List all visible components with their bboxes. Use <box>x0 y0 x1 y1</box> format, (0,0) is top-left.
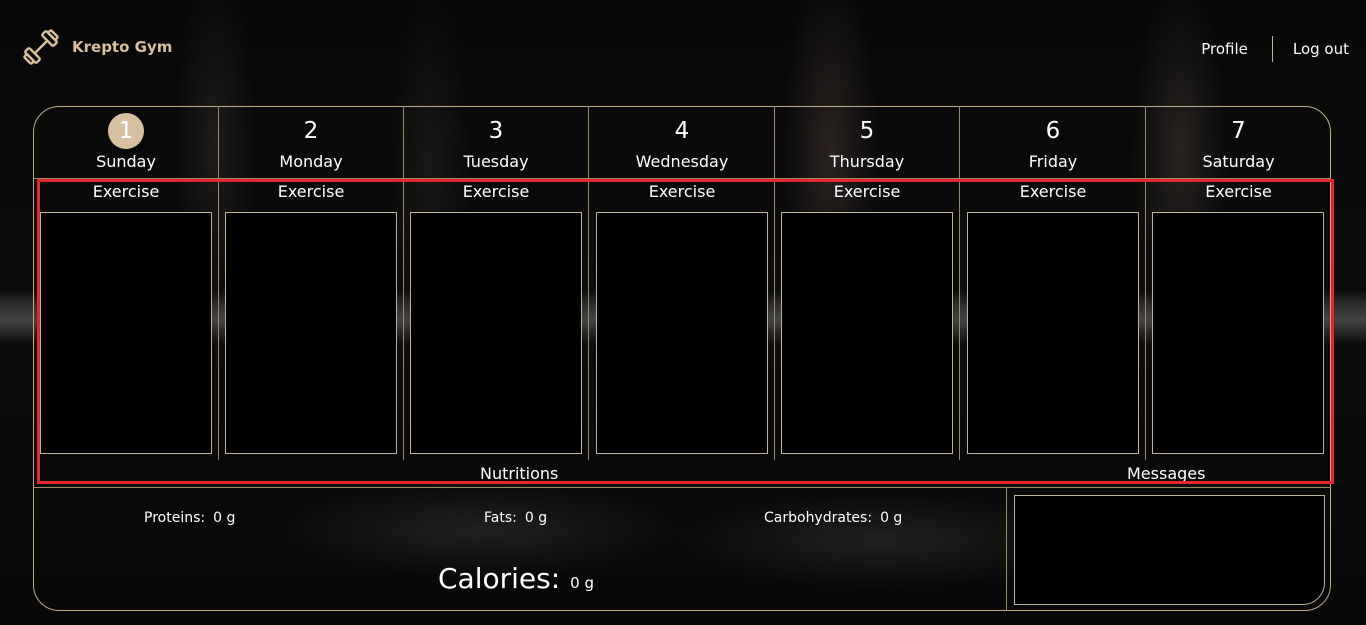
exercise-box[interactable] <box>225 212 397 454</box>
selected-day-badge[interactable]: 1 <box>108 113 144 149</box>
proteins-value: 0 g <box>213 510 236 526</box>
day-number[interactable]: 4 <box>590 116 774 146</box>
calories-stat: Calories: 0 g <box>438 562 594 595</box>
fats-label: Fats: <box>484 510 517 526</box>
exercise-label: Exercise <box>833 182 901 201</box>
messages-box[interactable] <box>1014 495 1325 605</box>
day-column-tuesday: 3 Tuesday Exercise <box>404 106 589 460</box>
fats-value: 0 g <box>524 510 548 526</box>
proteins-stat: Proteins: 0 g <box>144 510 235 526</box>
day-name: Friday <box>1028 152 1078 171</box>
exercise-box[interactable] <box>596 212 768 454</box>
day-number[interactable]: 6 <box>961 116 1145 146</box>
logout-link[interactable]: Log out <box>1293 40 1349 58</box>
top-nav: Profile Log out <box>1201 36 1349 62</box>
section-divider <box>34 487 1330 488</box>
calories-label: Calories: <box>438 562 561 595</box>
carbs-label: Carbohydrates: <box>764 510 873 526</box>
fats-stat: Fats: 0 g <box>484 510 547 526</box>
day-number[interactable]: 3 <box>404 116 588 146</box>
exercise-label: Exercise <box>462 182 530 201</box>
calories-value: 0 g <box>570 574 595 592</box>
day-number[interactable]: 1 <box>34 113 218 149</box>
brand-logo[interactable]: Krepto Gym <box>20 26 172 68</box>
day-number[interactable]: 5 <box>775 116 959 146</box>
profile-link[interactable]: Profile <box>1201 40 1248 58</box>
carbs-value: 0 g <box>880 510 903 526</box>
day-name: Wednesday <box>635 152 729 171</box>
nav-separator <box>1271 36 1273 62</box>
day-column-saturday: 7 Saturday Exercise <box>1146 106 1331 460</box>
day-name: Tuesday <box>463 152 529 171</box>
day-name: Saturday <box>1202 152 1275 171</box>
day-column-sunday: 1 Sunday Exercise <box>34 106 219 460</box>
exercise-box[interactable] <box>40 212 212 454</box>
exercise-box[interactable] <box>410 212 582 454</box>
messages-divider <box>1006 488 1007 610</box>
dumbbell-icon <box>20 26 62 68</box>
day-name: Monday <box>279 152 343 171</box>
exercise-label: Exercise <box>277 182 345 201</box>
exercise-label: Exercise <box>92 182 160 201</box>
day-column-wednesday: 4 Wednesday Exercise <box>590 106 775 460</box>
day-number[interactable]: 2 <box>219 116 403 146</box>
day-name: Sunday <box>96 152 156 171</box>
proteins-label: Proteins: <box>144 510 206 526</box>
messages-title: Messages <box>1127 464 1206 483</box>
day-column-friday: 6 Friday Exercise <box>961 106 1146 460</box>
exercise-box[interactable] <box>781 212 953 454</box>
day-number[interactable]: 7 <box>1146 116 1331 146</box>
carbs-stat: Carbohydrates: 0 g <box>764 510 902 526</box>
day-name: Thursday <box>829 152 905 171</box>
exercise-label: Exercise <box>648 182 716 201</box>
exercise-box[interactable] <box>967 212 1139 454</box>
exercise-label: Exercise <box>1019 182 1087 201</box>
day-column-monday: 2 Monday Exercise <box>219 106 404 460</box>
exercise-box[interactable] <box>1152 212 1324 454</box>
brand-name: Krepto Gym <box>72 38 173 56</box>
day-column-thursday: 5 Thursday Exercise <box>775 106 960 460</box>
exercise-label: Exercise <box>1205 182 1272 201</box>
nutritions-title: Nutritions <box>480 464 559 483</box>
